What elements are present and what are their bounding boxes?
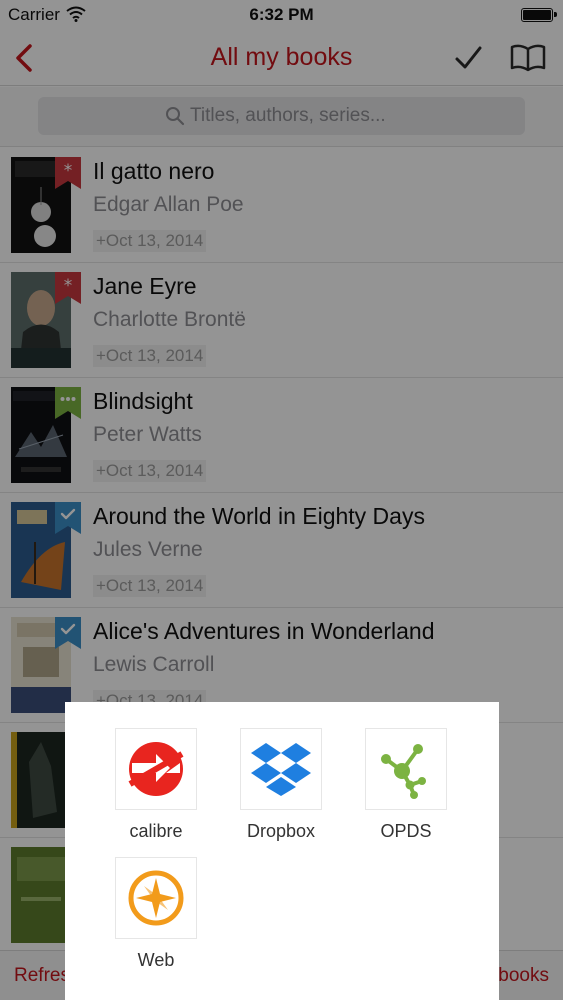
source-tile[interactable] bbox=[240, 728, 322, 810]
source-picker-sheet: calibre Dropbox OPDS Web bbox=[65, 702, 499, 1000]
source-calibre[interactable]: calibre bbox=[96, 728, 216, 842]
source-tile[interactable] bbox=[115, 857, 197, 939]
calibre-icon bbox=[126, 739, 186, 799]
source-label: Dropbox bbox=[246, 821, 316, 841]
source-label: Web bbox=[137, 950, 175, 970]
opds-icon bbox=[374, 737, 438, 801]
dropbox-icon bbox=[251, 741, 311, 797]
source-tile[interactable] bbox=[365, 728, 447, 810]
source-label: OPDS bbox=[380, 821, 432, 841]
source-dropbox[interactable]: Dropbox bbox=[221, 728, 341, 842]
source-web[interactable]: Web bbox=[96, 857, 216, 971]
compass-icon bbox=[126, 868, 186, 928]
source-opds[interactable]: OPDS bbox=[346, 728, 466, 842]
source-label: calibre bbox=[129, 821, 183, 841]
source-tile[interactable] bbox=[115, 728, 197, 810]
